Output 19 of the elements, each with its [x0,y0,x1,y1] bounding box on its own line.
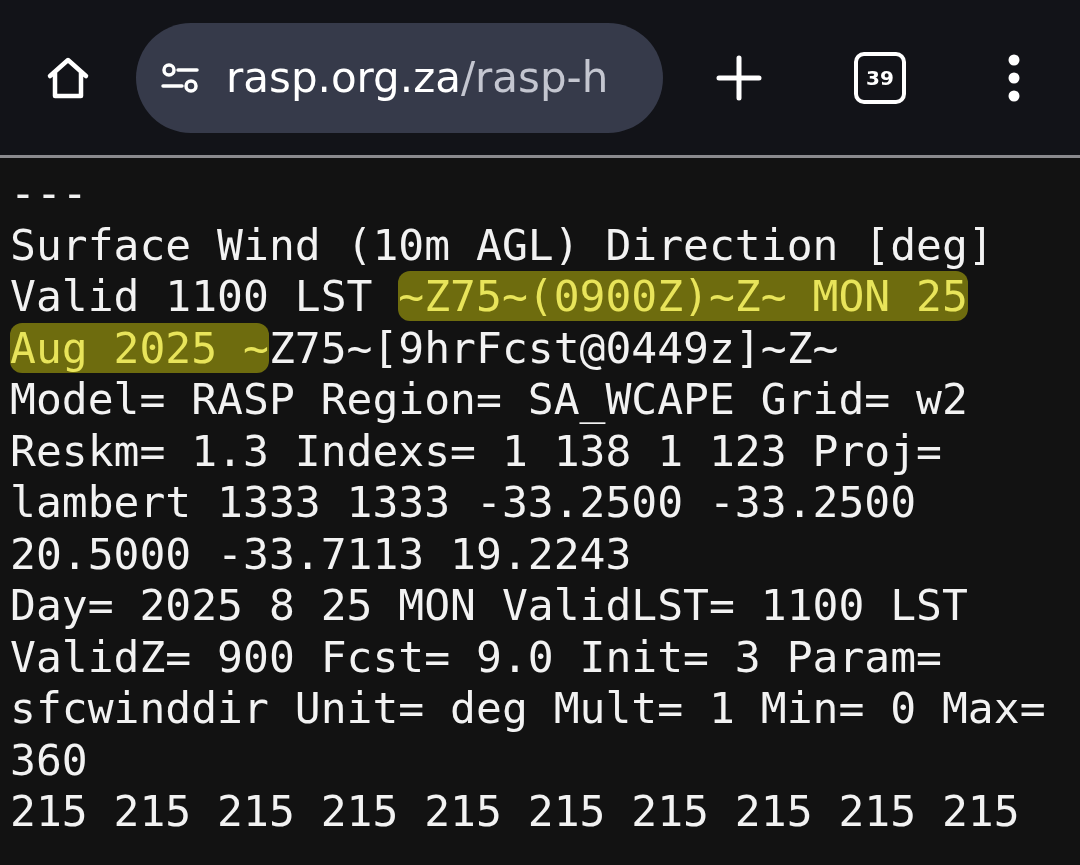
url-text[interactable]: rasp.org.za/rasp-h [226,53,609,102]
text-line: Model= RASP Region= SA_WCAPE Grid= w2 [10,374,968,426]
address-bar[interactable]: rasp.org.za/rasp-h [136,22,663,133]
text-line: Day= 2025 8 25 MON ValidLST= 1100 LST [10,580,968,632]
text-line: 360 [10,734,88,786]
text-line: sfcwinddir Unit= deg Mult= 1 Min= 0 Max= [10,683,1046,735]
text-line: Reskm= 1.3 Indexs= 1 138 1 123 Proj= [10,425,942,477]
site-settings-icon[interactable] [160,61,200,94]
text-line: 20.5000 -33.7113 19.2243 [10,528,632,580]
text-line: 215 215 215 215 215 215 215 215 215 215 [10,786,1020,838]
text-line: Valid 1100 LST ~Z75~(0900Z)~Z~ MON 25 [10,271,968,323]
new-tab-icon[interactable] [715,53,763,102]
text-line: Aug 2025 ~Z75~[9hrFcst@0449z]~Z~ [10,322,839,374]
text-line: ValidZ= 900 Fcst= 9.0 Init= 3 Param= [10,631,942,683]
menu-icon[interactable] [1008,53,1020,102]
text-line: lambert 1333 1333 -33.2500 -33.2500 [10,477,917,529]
text-line: --- [10,168,88,220]
tab-count-button[interactable]: 39 [854,51,906,104]
text-line: Surface Wind (10m AGL) Direction [deg] [10,219,994,271]
